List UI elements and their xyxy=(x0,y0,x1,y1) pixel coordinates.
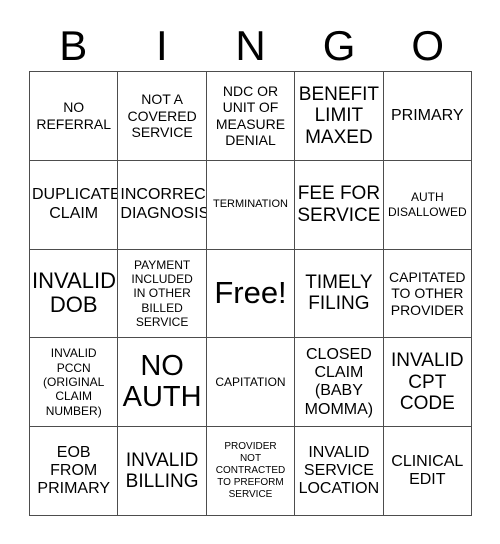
bingo-cell-r5-c3[interactable]: PROVIDER NOT CONTRACTED TO PREFORM SERVI… xyxy=(206,427,296,516)
header-letter-i: I xyxy=(156,22,168,69)
bingo-cell-label: DUPLICATE CLAIM xyxy=(32,186,119,222)
bingo-free-space[interactable]: Free! xyxy=(206,249,296,339)
bingo-cell-r5-c5[interactable]: CLINICAL EDIT xyxy=(383,427,472,516)
bingo-cell-r1-c5[interactable]: PRIMARY xyxy=(383,72,472,161)
bingo-grid: NO REFERRAL NOT A COVERED SERVICE NDC OR U… xyxy=(29,71,472,516)
bingo-cell-label: CAPITATION xyxy=(215,375,286,390)
bingo-cell-label: PRIMARY xyxy=(390,106,464,124)
header-letter-o: O xyxy=(411,22,444,69)
bingo-cell-label: NDC OR UNIT OF MEASURE DENIAL xyxy=(215,82,286,149)
bingo-cell-r4-c1[interactable]: INVALID PCCN (ORIGINAL CLAIM NUMBER) xyxy=(30,338,119,428)
bingo-cell-label: AUTH DISALLOWED xyxy=(387,190,467,219)
bingo-cell-r5-c1[interactable]: EOB FROM PRIMARY xyxy=(30,427,119,516)
bingo-cell-r4-c5[interactable]: INVALID CPT CODE xyxy=(383,338,472,428)
bingo-cell-label: INVALID SERVICE LOCATION xyxy=(298,443,380,498)
header-letter-g: G xyxy=(322,22,356,69)
bingo-cell-label: INVALID CPT CODE xyxy=(391,350,464,415)
bingo-cell-r2-c1[interactable]: DUPLICATE CLAIM xyxy=(30,160,119,250)
bingo-cell-r1-c2[interactable]: NOT A COVERED SERVICE xyxy=(118,72,207,161)
bingo-cell-label: TIMELY FILING xyxy=(305,272,373,315)
bingo-cell-label: BENEFIT LIMIT MAXED xyxy=(298,83,379,148)
bingo-cell-r3-c4[interactable]: TIMELY FILING xyxy=(295,249,384,339)
bingo-cell-label: INVALID DOB xyxy=(32,267,116,318)
bingo-cell-label: INVALID BILLING xyxy=(125,449,199,493)
bingo-cell-r5-c2[interactable]: INVALID BILLING xyxy=(118,427,207,516)
bingo-cell-r3-c5[interactable]: CAPITATED TO OTHER PROVIDER xyxy=(383,249,472,339)
bingo-cell-r3-c1[interactable]: INVALID DOB xyxy=(30,249,119,339)
header-letter-n: N xyxy=(235,22,266,69)
bingo-cell-r1-c1[interactable]: NO REFERRAL xyxy=(30,72,119,161)
header-letter-b: B xyxy=(59,22,88,69)
bingo-cell-r2-c2[interactable]: INCORRECT DIAGNOSIS xyxy=(118,160,207,250)
bingo-cell-label: CAPITATED TO OTHER PROVIDER xyxy=(389,268,466,318)
bingo-cell-label: CLINICAL EDIT xyxy=(391,452,464,489)
bingo-cell-r5-c4[interactable]: INVALID SERVICE LOCATION xyxy=(295,427,384,516)
bingo-cell-label: Free! xyxy=(214,275,287,311)
bingo-header: B I N G O xyxy=(29,21,472,71)
bingo-cell-label: PAYMENT INCLUDED IN OTHER BILLED SERVICE xyxy=(131,257,193,330)
bingo-cell-label: CLOSED CLAIM (BABY MOMMA) xyxy=(304,345,374,418)
bingo-cell-label: TERMINATION xyxy=(213,198,288,211)
bingo-cell-label: PROVIDER NOT CONTRACTED TO PREFORM SERVI… xyxy=(215,440,286,501)
bingo-cell-r4-c2[interactable]: NO AUTH xyxy=(118,338,207,428)
bingo-cell-label: NO AUTH xyxy=(122,349,202,414)
bingo-cell-r3-c2[interactable]: PAYMENT INCLUDED IN OTHER BILLED SERVICE xyxy=(118,249,207,339)
bingo-cell-label: NO REFERRAL xyxy=(36,99,112,132)
bingo-cell-label: INVALID PCCN (ORIGINAL CLAIM NUMBER) xyxy=(43,346,105,418)
bingo-cell-r2-c3[interactable]: TERMINATION xyxy=(206,160,296,250)
bingo-cell-label: NOT A COVERED SERVICE xyxy=(127,91,197,141)
bingo-cell-label: FEE FOR SERVICE xyxy=(297,183,381,226)
bingo-cell-label: EOB FROM PRIMARY xyxy=(37,443,110,498)
bingo-cell-r1-c4[interactable]: BENEFIT LIMIT MAXED xyxy=(295,72,384,161)
bingo-cell-r4-c3[interactable]: CAPITATION xyxy=(206,338,296,428)
bingo-cell-r4-c4[interactable]: CLOSED CLAIM (BABY MOMMA) xyxy=(295,338,384,428)
bingo-card: B I N G O NO REFERRAL NOT A COVERED SERVI… xyxy=(0,0,500,544)
bingo-cell-r2-c5[interactable]: AUTH DISALLOWED xyxy=(383,160,472,250)
bingo-cell-r1-c3[interactable]: NDC OR UNIT OF MEASURE DENIAL xyxy=(206,72,296,161)
bingo-cell-label: INCORRECT DIAGNOSIS xyxy=(120,186,207,222)
bingo-cell-r2-c4[interactable]: FEE FOR SERVICE xyxy=(295,160,384,250)
